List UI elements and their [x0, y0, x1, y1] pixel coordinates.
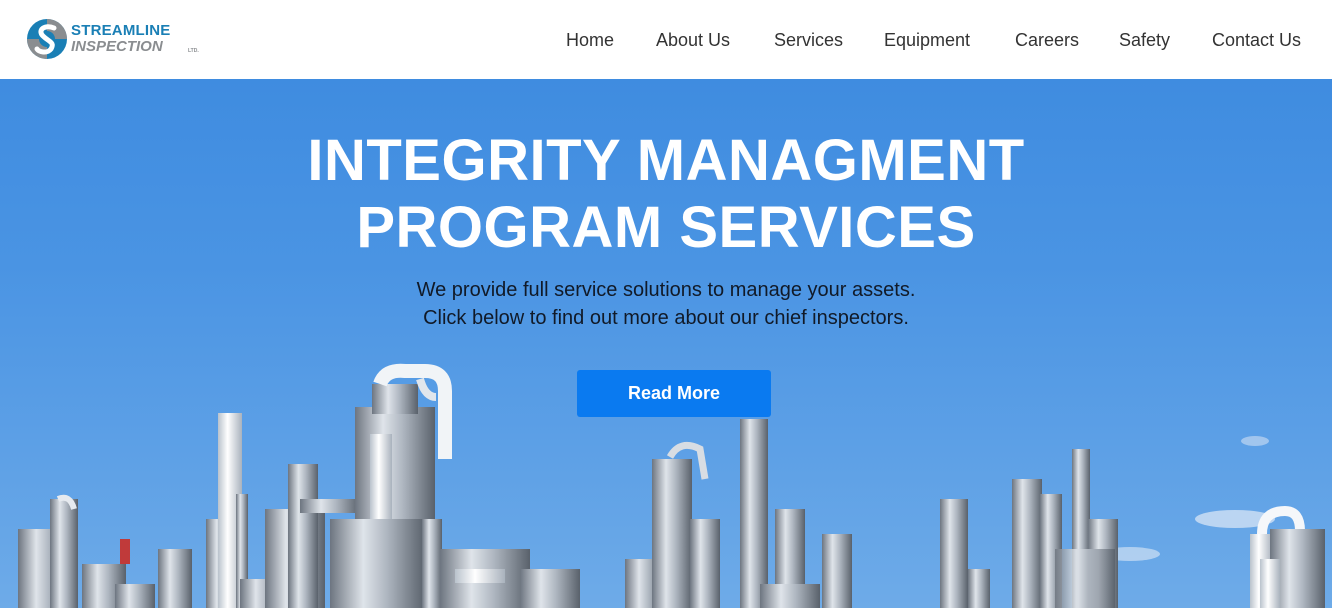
nav-item-about-us[interactable]: About Us — [656, 28, 730, 52]
nav-item-equipment[interactable]: Equipment — [884, 28, 970, 52]
main-nav: Home About Us Services Equipment Careers… — [0, 28, 1332, 52]
nav-item-careers[interactable]: Careers — [1015, 28, 1079, 52]
hero-subtitle: We provide full service solutions to man… — [0, 276, 1332, 332]
hero-subtitle-line-2: Click below to find out more about our c… — [423, 307, 909, 329]
nav-item-safety[interactable]: Safety — [1119, 28, 1170, 52]
site-header: STREAMLINE INSPECTION LTD. Home About Us… — [0, 0, 1332, 79]
nav-item-contact-us[interactable]: Contact Us — [1212, 28, 1301, 52]
nav-item-services[interactable]: Services — [774, 28, 843, 52]
hero-title-line-2: PROGRAM SERVICES — [356, 195, 976, 260]
hero-title: INTEGRITY MANAGMENT PROGRAM SERVICES — [0, 127, 1332, 261]
hero-subtitle-line-1: We provide full service solutions to man… — [416, 279, 916, 301]
read-more-button[interactable]: Read More — [577, 370, 771, 417]
nav-item-home[interactable]: Home — [566, 28, 614, 52]
hero-title-line-1: INTEGRITY MANAGMENT — [307, 128, 1025, 193]
hero-section: INTEGRITY MANAGMENT PROGRAM SERVICES We … — [0, 79, 1332, 608]
